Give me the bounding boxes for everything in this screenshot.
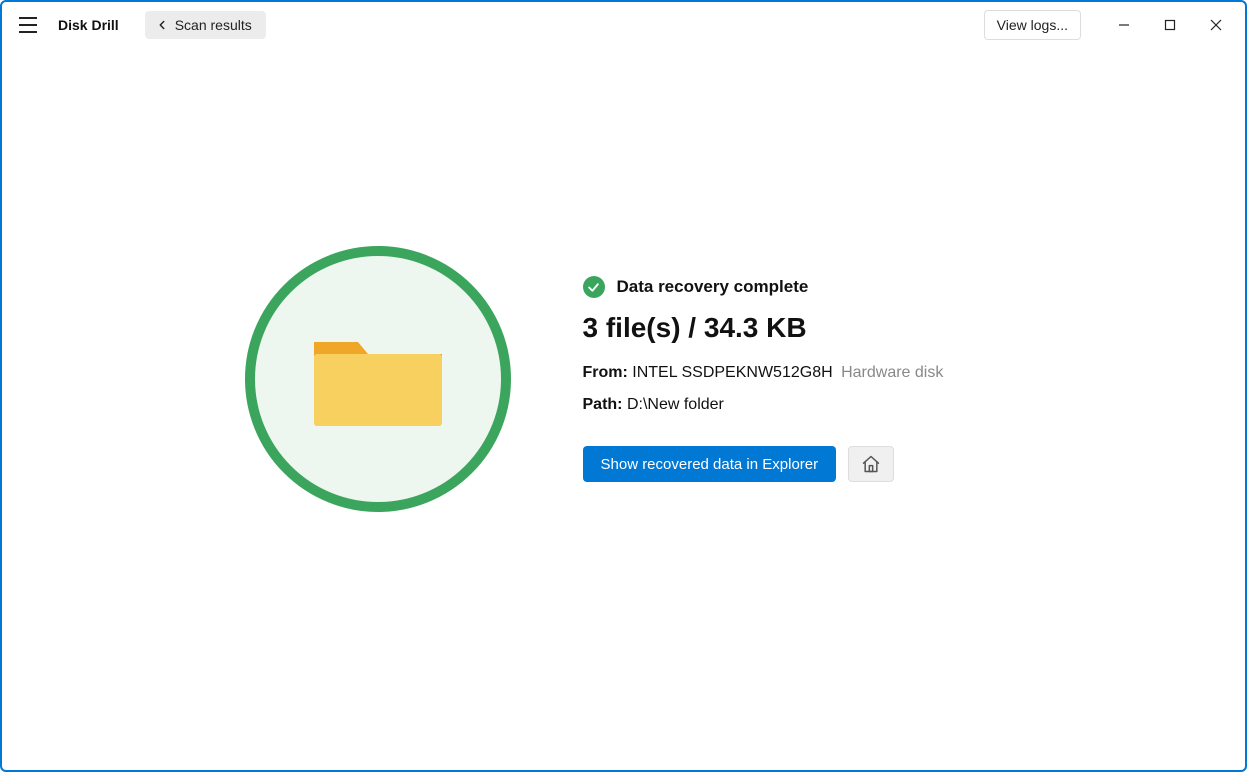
back-button[interactable]: Scan results: [145, 11, 266, 39]
from-type: Hardware disk: [841, 364, 943, 381]
main-content: Data recovery complete 3 file(s) / 34.3 …: [2, 48, 1245, 770]
close-button[interactable]: [1193, 9, 1239, 41]
titlebar: Disk Drill Scan results View logs...: [2, 2, 1245, 48]
back-button-label: Scan results: [175, 17, 252, 33]
actions-row: Show recovered data in Explorer: [583, 446, 1003, 482]
home-button[interactable]: [848, 446, 894, 482]
folder-icon: [308, 324, 448, 434]
minimize-button[interactable]: [1101, 9, 1147, 41]
path-line: Path: D:\New folder: [583, 396, 1003, 414]
summary-text: 3 file(s) / 34.3 KB: [583, 312, 1003, 344]
path-label: Path:: [583, 396, 623, 413]
hamburger-icon[interactable]: [16, 13, 40, 37]
from-value: INTEL SSDPEKNW512G8H: [632, 364, 832, 381]
close-icon: [1210, 19, 1222, 31]
home-icon: [861, 454, 881, 474]
path-value: D:\New folder: [627, 396, 724, 413]
check-icon: [583, 276, 605, 298]
show-in-explorer-button[interactable]: Show recovered data in Explorer: [583, 446, 837, 482]
from-line: From: INTEL SSDPEKNW512G8H Hardware disk: [583, 364, 1003, 382]
status-line: Data recovery complete: [583, 276, 1003, 298]
minimize-icon: [1118, 19, 1130, 31]
view-logs-button[interactable]: View logs...: [984, 10, 1081, 40]
maximize-button[interactable]: [1147, 9, 1193, 41]
window-controls: [1101, 9, 1239, 41]
status-text: Data recovery complete: [617, 277, 809, 297]
from-label: From:: [583, 364, 628, 381]
maximize-icon: [1164, 19, 1176, 31]
result-info: Data recovery complete 3 file(s) / 34.3 …: [583, 276, 1003, 482]
chevron-left-icon: [155, 18, 169, 32]
result-illustration: [245, 246, 511, 512]
app-title: Disk Drill: [58, 17, 119, 33]
